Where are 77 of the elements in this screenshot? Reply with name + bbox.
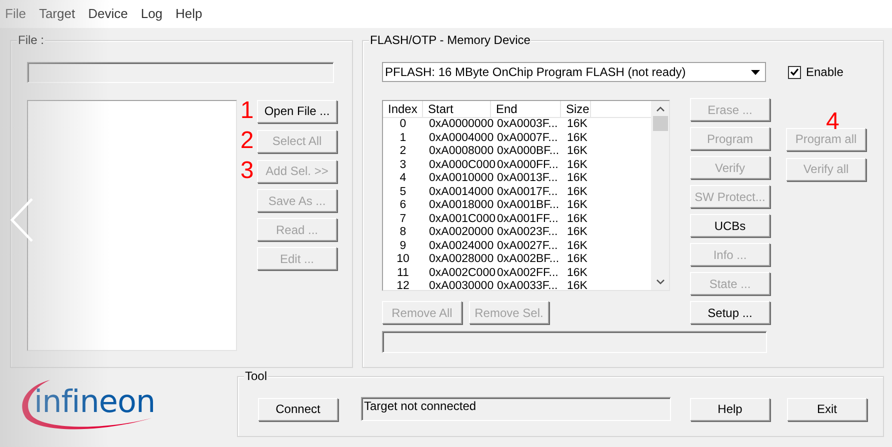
dropdown-arrow-icon bbox=[751, 70, 760, 74]
table-cell-text: 0xA0018000 bbox=[428, 199, 491, 212]
table-cell-text: 16K bbox=[566, 266, 588, 280]
scrollbar[interactable] bbox=[651, 101, 669, 290]
scroll-down-icon[interactable] bbox=[656, 279, 664, 285]
column-header[interactable]: Index bbox=[383, 101, 423, 118]
table-cell-text: 12 bbox=[396, 280, 410, 290]
table-cell-text: 16K bbox=[566, 199, 588, 212]
table-cell-text: 0 bbox=[398, 118, 408, 132]
table-cell-text: 0xA0028000 bbox=[428, 253, 491, 266]
menu-item[interactable]: Target bbox=[38, 4, 76, 24]
table-cell-text: 16K bbox=[566, 240, 588, 253]
table-cell-text: 16K bbox=[566, 280, 588, 290]
scroll-up-icon[interactable] bbox=[656, 106, 664, 112]
file-action-button[interactable]: Open File ... bbox=[257, 100, 337, 122]
enable-checkbox[interactable] bbox=[788, 66, 801, 78]
table-cell-text: 16K bbox=[566, 132, 588, 145]
table-cell-text: 0xA0027F... bbox=[496, 240, 559, 253]
table-cell-text: 0xA0030000 bbox=[428, 280, 491, 290]
menu-item[interactable]: Device bbox=[88, 4, 128, 24]
table-cell-text: 2 bbox=[398, 145, 408, 158]
flash-action-button[interactable]: Setup ... bbox=[690, 301, 770, 324]
menu-item[interactable]: Help bbox=[176, 4, 202, 24]
column-header[interactable]: End bbox=[491, 101, 561, 118]
table-cell-text: 4 bbox=[398, 172, 408, 186]
table-cell-text: 6 bbox=[398, 199, 408, 212]
table-cell-text: 1 bbox=[398, 132, 408, 145]
menu-item[interactable]: File bbox=[5, 4, 26, 24]
step-number: 2 bbox=[240, 129, 254, 153]
table-cell-text: 8 bbox=[398, 226, 408, 240]
table-cell-text: 0xA0003F... bbox=[496, 118, 559, 132]
table-cell-text: 0xA000BF... bbox=[496, 145, 560, 158]
table-cell-text: 0xA001BF... bbox=[496, 199, 560, 212]
table-cell-text: 0xA0010000 bbox=[428, 172, 491, 186]
table-cell-text: 0xA0008000 bbox=[428, 145, 491, 158]
progress-field[interactable] bbox=[382, 331, 767, 353]
table-cell-text: 0xA0000000 bbox=[428, 118, 491, 132]
table-cell-text: 16K bbox=[566, 253, 588, 266]
checkmark-icon bbox=[790, 68, 799, 76]
group-title: FLASH/OTP - Memory Device bbox=[369, 32, 532, 48]
table-cell-text: 3 bbox=[398, 158, 408, 172]
table-cell-text: 16K bbox=[566, 212, 588, 226]
table-cell-text: 0xA0017F... bbox=[496, 186, 559, 199]
table-cell-text: 0xA0007F... bbox=[496, 132, 559, 145]
menu-item[interactable]: Log bbox=[140, 4, 163, 24]
scroll-thumb[interactable] bbox=[652, 116, 668, 131]
flash-action-button[interactable]: UCBs bbox=[690, 214, 770, 237]
table-cell-text: 0xA0020000 bbox=[428, 226, 491, 240]
connect-button[interactable]: Connect bbox=[258, 398, 338, 420]
file-path-field[interactable] bbox=[27, 62, 334, 83]
enable-label: Enable bbox=[806, 64, 844, 81]
table-cell-text: 16K bbox=[566, 158, 588, 172]
table-cell-text: 16K bbox=[566, 226, 588, 240]
step-number: 1 bbox=[240, 99, 254, 123]
table-cell-text: 5 bbox=[398, 186, 408, 199]
table-cell-text: 0xA002BF... bbox=[496, 253, 560, 266]
table-cell-text: 11 bbox=[396, 266, 410, 280]
table-cell-text: 10 bbox=[396, 253, 410, 266]
table-cell-text: 0xA0023F... bbox=[496, 226, 559, 240]
status-field[interactable]: Target not connected bbox=[361, 397, 671, 421]
table-cell-text: 16K bbox=[566, 145, 588, 158]
table-cell-text: 0xA0024000 bbox=[428, 240, 491, 253]
table-cell-text: 0xA0013F... bbox=[496, 172, 559, 186]
tool-button[interactable]: Help bbox=[690, 398, 770, 420]
table-cell-text: 7 bbox=[398, 212, 408, 226]
table-cell-text: 16K bbox=[566, 186, 588, 199]
step-number: 3 bbox=[240, 159, 254, 183]
column-header[interactable]: Start bbox=[423, 101, 491, 118]
table-cell-text: 0xA0004000 bbox=[428, 132, 491, 145]
tool-button[interactable]: Exit bbox=[787, 398, 867, 420]
column-header[interactable]: Size bbox=[561, 101, 591, 118]
table-cell-text: 9 bbox=[398, 240, 408, 253]
table-cell-text: 0xA0014000 bbox=[428, 186, 491, 199]
table-cell-text: 16K bbox=[566, 172, 588, 186]
table-cell-text: 0xA0033F... bbox=[496, 280, 559, 290]
device-select[interactable]: PFLASH: 16 MByte OnChip Program FLASH (not ready) bbox=[382, 62, 766, 82]
table-cell-text: 16K bbox=[566, 118, 588, 132]
